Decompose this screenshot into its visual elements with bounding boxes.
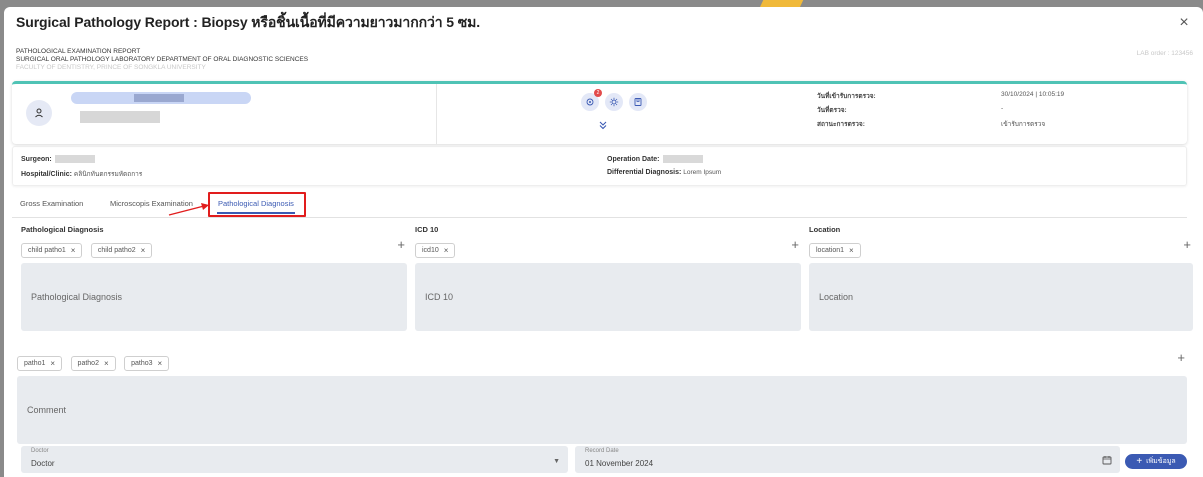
caret-down-icon: ▼ xyxy=(553,458,560,465)
highlight-box xyxy=(208,192,306,217)
chip: patho1 × xyxy=(17,356,63,371)
chip-label: icd10 xyxy=(422,247,439,254)
modal-header: Surgical Pathology Report : Biopsy หรือช… xyxy=(4,7,1203,39)
exam-date-label: วันที่ตรวจ: xyxy=(817,107,847,114)
icd10-input[interactable]: ICD 10 xyxy=(415,263,801,331)
patient-actions: 2 xyxy=(437,84,812,144)
remove-chip-icon[interactable]: × xyxy=(849,246,854,255)
remove-chip-icon[interactable]: × xyxy=(50,359,55,368)
virus-icon[interactable]: 2 xyxy=(581,89,602,111)
document-icon[interactable] xyxy=(629,93,647,111)
visit-info: วันที่เข้ารับการตรวจ: 30/10/2024 | 10:05… xyxy=(812,84,1187,144)
visit-date-label: วันที่เข้ารับการตรวจ: xyxy=(817,93,876,100)
add-pathological-diagnosis-icon[interactable]: + xyxy=(397,237,405,253)
chip-label: patho3 xyxy=(131,360,153,367)
chevron-double-down-icon[interactable] xyxy=(597,119,609,131)
comment-section: patho1 × patho2 × patho3 × + Comment xyxy=(17,350,1187,444)
record-date-field[interactable]: Record Date 01 November 2024 xyxy=(575,446,1120,473)
differential-value: Lorem Ipsum xyxy=(683,169,722,176)
pathological-diagnosis-input[interactable]: Pathological Diagnosis xyxy=(21,263,407,331)
pathological-diagnosis-title: Pathological Diagnosis xyxy=(21,225,104,234)
chip: child patho1 × xyxy=(21,243,83,258)
exam-date-value: - xyxy=(1001,105,1004,112)
chip-list: child patho1 × child patho2 × + xyxy=(21,237,407,258)
chip: patho2 × xyxy=(70,356,116,371)
remove-chip-icon[interactable]: × xyxy=(141,246,146,255)
user-icon xyxy=(26,100,52,126)
report-heading: PATHOLOGICAL EXAMINATION REPORT xyxy=(16,48,141,55)
lab-order-number: LAB order : 123456 xyxy=(1136,50,1193,57)
patient-name-redacted xyxy=(71,92,251,104)
doctor-value: Doctor xyxy=(31,459,55,468)
hospital-label: Hospital/Clinic: xyxy=(21,171,72,178)
pathological-diagnosis-column: Pathological Diagnosis child patho1 × chi… xyxy=(21,225,407,331)
settings-icon[interactable] xyxy=(605,93,623,111)
operation-date-redacted xyxy=(662,155,703,163)
chip-label: child patho2 xyxy=(97,247,136,254)
operation-date-field: Operation Date: xyxy=(607,155,703,163)
hospital-value: คลินิกทันตกรรมหัตถการ xyxy=(73,171,143,178)
annotation-arrow-icon xyxy=(168,203,209,216)
exam-status-label: สถานะการตรวจ: xyxy=(817,121,865,128)
differential-label: Differential Diagnosis: xyxy=(607,169,682,176)
close-icon[interactable]: × xyxy=(1175,14,1193,32)
report-faculty: FACULTY OF DENTISTRY, PRINCE OF SONGKLA … xyxy=(16,64,206,71)
chip-label: location1 xyxy=(816,247,845,254)
chip: location1 × xyxy=(809,243,861,258)
surgeon-label: Surgeon: xyxy=(21,155,52,163)
add-data-button[interactable]: + เพิ่มข้อมูล xyxy=(1125,454,1187,469)
report-department: SURGICAL ORAL PATHOLOGY LABORATORY DEPAR… xyxy=(16,56,309,63)
patient-identity xyxy=(12,84,437,144)
comment-input[interactable]: Comment xyxy=(17,376,1187,444)
notification-badge: 2 xyxy=(594,89,602,97)
chip-list: icd10 × + xyxy=(415,237,801,258)
chip-list: location1 × + xyxy=(809,237,1193,258)
add-location-icon[interactable]: + xyxy=(1183,237,1191,253)
add-icd10-icon[interactable]: + xyxy=(791,237,799,253)
icd10-title: ICD 10 xyxy=(415,225,439,234)
chip-label: child patho1 xyxy=(28,247,66,254)
modal-title: Surgical Pathology Report : Biopsy หรือช… xyxy=(16,14,481,30)
surgery-info-card: Surgeon: Hospital/Clinic: คลินิกทันตกรรม… xyxy=(12,146,1187,186)
calendar-icon[interactable] xyxy=(1102,455,1112,465)
remove-chip-icon[interactable]: × xyxy=(104,359,109,368)
location-input[interactable]: Location xyxy=(809,263,1193,331)
record-date-label: Record Date xyxy=(585,448,619,454)
add-data-label: เพิ่มข้อมูล xyxy=(1146,458,1176,465)
plus-icon: + xyxy=(1136,455,1143,467)
record-date-value: 01 November 2024 xyxy=(585,459,654,468)
add-comment-icon[interactable]: + xyxy=(1177,350,1185,366)
tab-gross-examination[interactable]: Gross Examination xyxy=(20,199,83,208)
remove-chip-icon[interactable]: × xyxy=(71,246,76,255)
chip-label: patho1 xyxy=(24,360,46,367)
remove-chip-icon[interactable]: × xyxy=(158,359,163,368)
exam-status-value: เข้ารับการตรวจ xyxy=(1001,121,1046,128)
remove-chip-icon[interactable]: × xyxy=(444,246,449,255)
chip-label: patho2 xyxy=(77,360,99,367)
visit-date-value: 30/10/2024 | 10:05:19 xyxy=(1001,91,1065,98)
patient-card: 2 วันที่เข้ารับการตรวจ: 30/10/2024 | 10:… xyxy=(12,81,1187,144)
chip: icd10 × xyxy=(415,243,456,258)
icd10-column: ICD 10 icd10 × + ICD 10 xyxy=(415,225,801,331)
surgeon-field: Surgeon: xyxy=(21,155,95,163)
chip: child patho2 × xyxy=(90,243,153,258)
differential-field: Differential Diagnosis: Lorem Ipsum xyxy=(607,169,721,176)
location-title: Location xyxy=(809,225,841,234)
operation-date-label: Operation Date: xyxy=(607,155,660,163)
hospital-field: Hospital/Clinic: คลินิกทันตกรรมหัตถการ xyxy=(21,169,142,179)
chip: patho3 × xyxy=(124,356,170,371)
tab-bar: Gross Examination Microscopis Examinatio… xyxy=(12,190,1187,218)
doctor-label: Doctor xyxy=(31,448,49,454)
location-column: Location location1 × + Location xyxy=(809,225,1193,331)
chip-list: patho1 × patho2 × patho3 × + xyxy=(17,350,1187,371)
patient-id-redacted xyxy=(80,111,160,123)
surgeon-name-redacted xyxy=(54,155,95,163)
doctor-select[interactable]: Doctor Doctor ▼ xyxy=(21,446,568,473)
